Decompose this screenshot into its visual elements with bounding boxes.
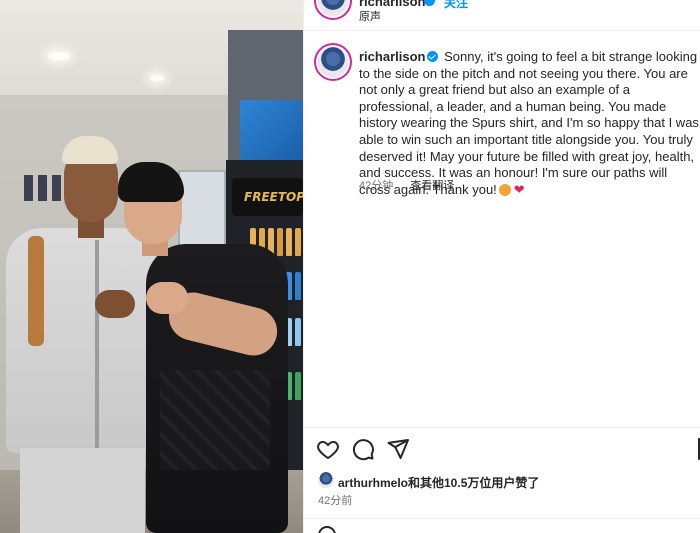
save-icon[interactable] [695, 437, 700, 461]
photo-wall-poster [38, 175, 47, 201]
likes-summary[interactable]: arthurhmelo和其他10.5万位用户赞了 [338, 474, 539, 491]
photo-ceiling-light [48, 52, 70, 60]
photo-brand-text: FREETOP [244, 190, 303, 204]
caption-avatar[interactable] [318, 47, 348, 77]
caption: richarlison Sonny, it's going to feel a … [359, 49, 699, 198]
photo-hoodie-zip [95, 240, 99, 450]
caption-text: Sonny, it's going to feel a bit strange … [359, 49, 699, 197]
audio-label[interactable]: 原声 [359, 8, 381, 24]
follow-button[interactable]: 关注 [444, 0, 468, 11]
verified-badge-icon [424, 0, 435, 6]
photo-person-right-hand [146, 282, 188, 314]
instagram-post-view: FREETOP richarlison 关注 原声 richarlison So… [0, 0, 700, 533]
verified-badge-icon [427, 51, 439, 62]
photo-person-left-hand [95, 290, 135, 318]
emoji-icon [498, 183, 511, 196]
caption-username[interactable]: richarlison [359, 49, 425, 64]
comment-icon[interactable] [351, 437, 375, 461]
post-details-panel: richarlison 关注 原声 richarlison Sonny, it'… [303, 0, 700, 533]
divider [304, 427, 700, 428]
caption-time[interactable]: 42分钟 [359, 180, 393, 192]
divider [304, 518, 700, 519]
header-avatar[interactable] [318, 0, 348, 16]
photo-ceiling-light [150, 75, 164, 81]
divider [304, 30, 700, 31]
post-timestamp: 42分前 [318, 495, 353, 507]
photo-person-left-pants [20, 448, 145, 533]
liker-avatar[interactable] [318, 472, 334, 488]
heart-icon[interactable] [316, 437, 340, 461]
caption-meta: 42分钟 查看翻译 [359, 177, 468, 193]
see-translation-link[interactable]: 查看翻译 [410, 180, 454, 192]
emoji-picker-icon[interactable] [318, 526, 336, 533]
photo-backpack-strap [28, 236, 44, 346]
heart-emoji-icon: ❤ [513, 181, 525, 197]
share-icon[interactable] [386, 437, 410, 461]
photo-wall-poster [24, 175, 33, 201]
photo-shirt-pattern [160, 370, 270, 470]
post-photo[interactable]: FREETOP [0, 0, 303, 533]
photo-blue-screen [240, 100, 303, 160]
photo-wall-poster [52, 175, 61, 201]
